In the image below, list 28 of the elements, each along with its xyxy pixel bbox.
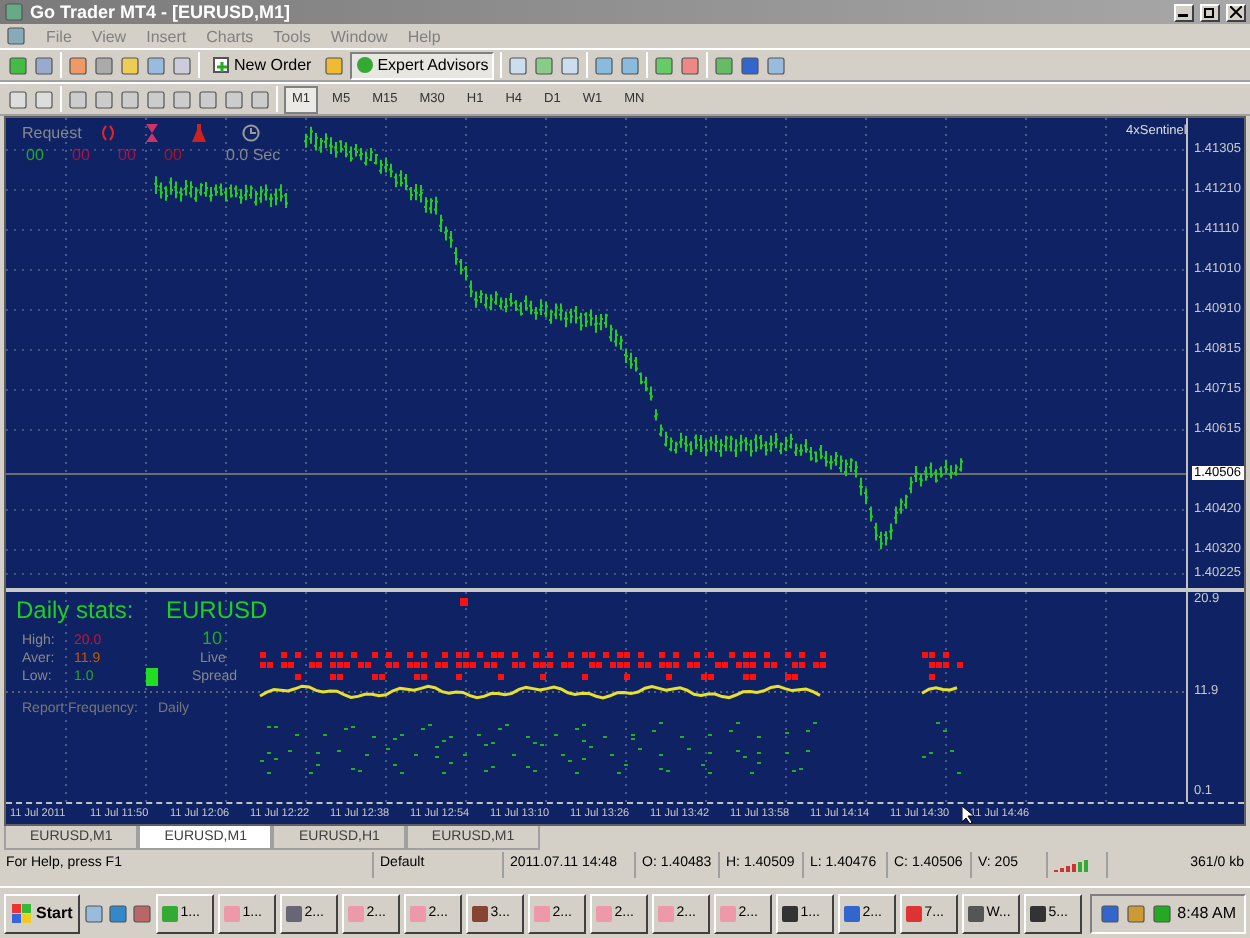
- bracket-icon: [100, 124, 116, 142]
- counter-value: 00: [118, 146, 136, 164]
- close-icon: [1230, 6, 1242, 18]
- new-order-button[interactable]: New Order: [206, 51, 318, 79]
- close-button[interactable]: [1226, 3, 1246, 21]
- clock-time: 8:48 AM: [1177, 904, 1236, 922]
- windows-logo: [12, 903, 32, 923]
- start-button[interactable]: Start: [4, 893, 81, 933]
- restore-icon: [1204, 6, 1216, 18]
- connection-bars-icon: [1054, 856, 1094, 872]
- plus-icon: [212, 56, 230, 74]
- restore-button[interactable]: [1200, 3, 1220, 21]
- mouse-pointer-icon: [962, 806, 974, 825]
- flask-icon: [192, 124, 206, 142]
- live-spread-value: 10: [202, 627, 223, 648]
- hourglass-icon: [146, 124, 158, 142]
- expert-advisors-button[interactable]: Expert Advisors: [349, 51, 495, 79]
- minimize-button[interactable]: [1174, 3, 1194, 21]
- circle-icon: [355, 56, 374, 74]
- request-label: Request: [22, 124, 82, 142]
- counter-value: 00: [164, 146, 182, 164]
- stats-title: Daily stats:: [16, 595, 134, 624]
- counter-value: 00: [72, 146, 90, 164]
- status-indicator-icon: [146, 667, 158, 686]
- window-title: Go Trader MT4 - [EURUSD,M1]: [30, 2, 293, 22]
- stats-symbol: EURUSD: [166, 595, 268, 624]
- latency-value: 0.0 Sec: [226, 146, 281, 164]
- counter-value: 00: [26, 146, 44, 164]
